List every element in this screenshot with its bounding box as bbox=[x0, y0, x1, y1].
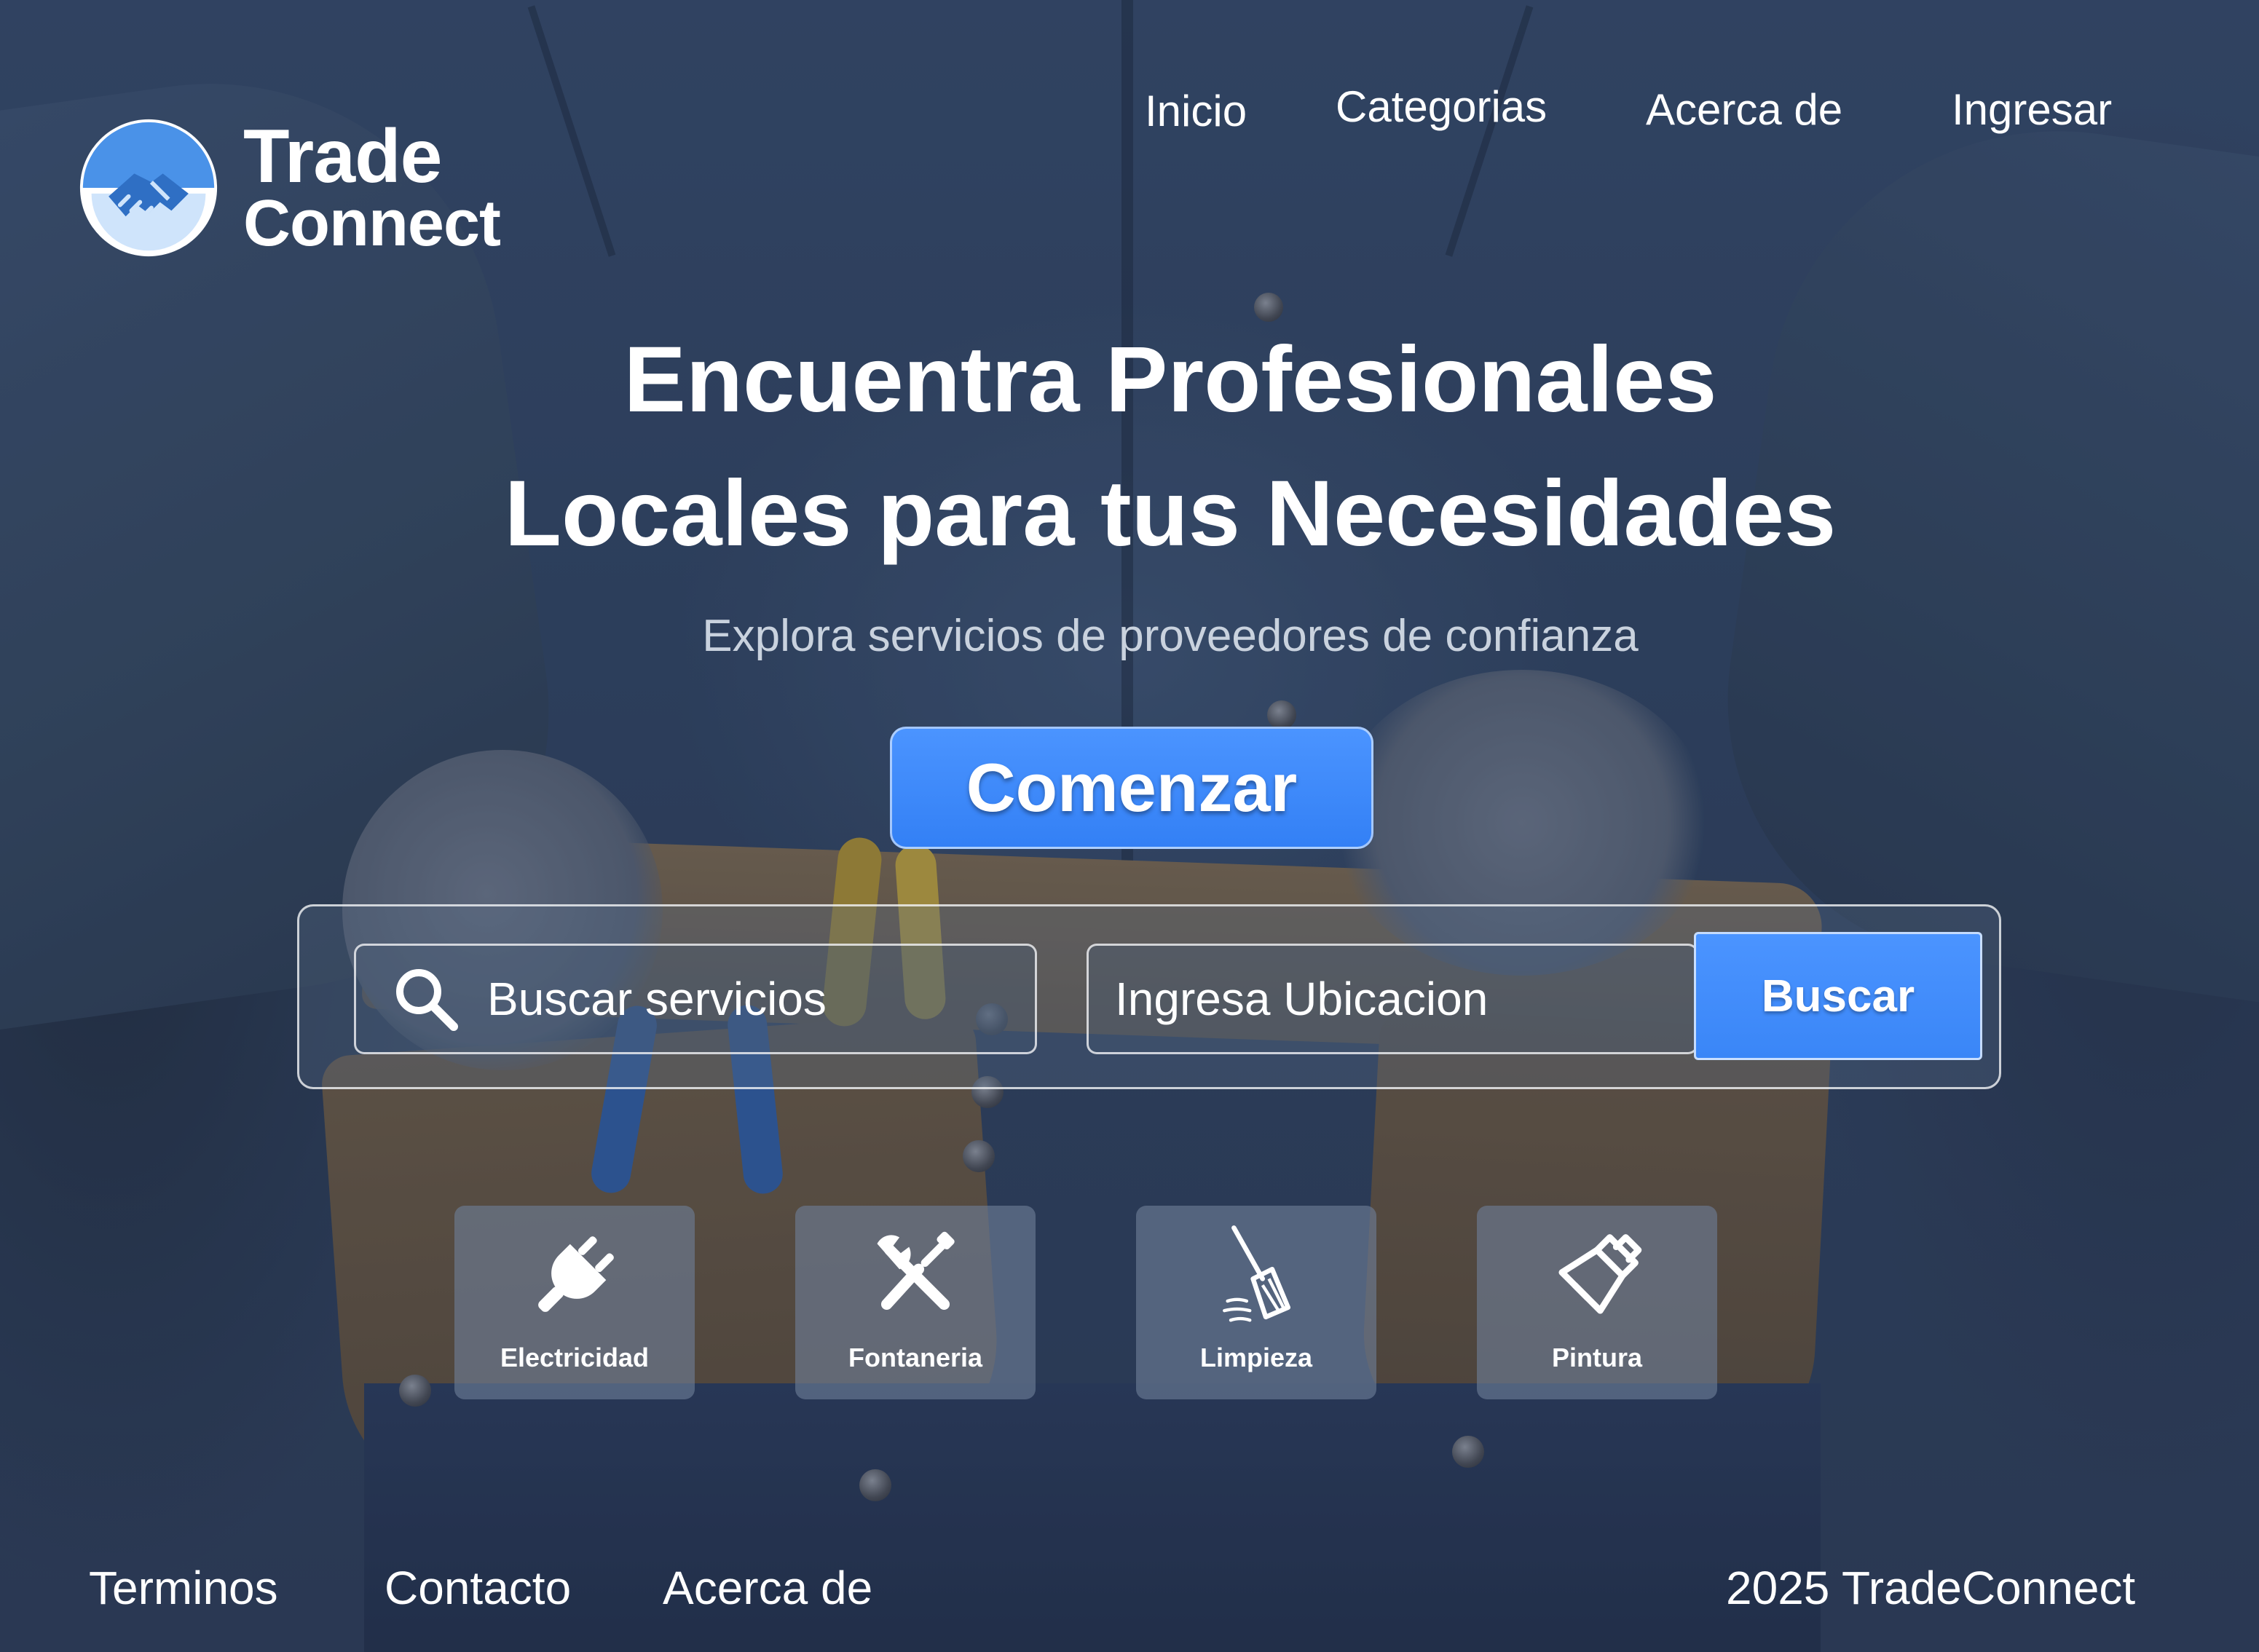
footer-link-contacto[interactable]: Contacto bbox=[385, 1561, 571, 1615]
hero-title-line1: Encuentra Profesionales bbox=[623, 328, 1717, 432]
location-placeholder: Ingresa Ubicacion bbox=[1115, 973, 1489, 1025]
hero-title: Encuentra Profesionales Locales para tus… bbox=[0, 313, 2259, 581]
service-search-placeholder: Buscar servicios bbox=[487, 973, 827, 1025]
category-label: Limpieza bbox=[1199, 1343, 1313, 1372]
hero-subtitle: Explora servicios de proveedores de conf… bbox=[702, 611, 1639, 661]
brand-name-line2: Connect bbox=[243, 186, 501, 260]
category-limpieza[interactable]: Limpieza bbox=[1136, 1206, 1376, 1399]
get-started-button[interactable]: Comenzar bbox=[890, 727, 1373, 849]
hero-title-line2: Locales para tus Necesidades bbox=[504, 462, 1837, 566]
category-label: Fontaneria bbox=[848, 1343, 983, 1372]
category-label: Electricidad bbox=[500, 1343, 650, 1372]
plug-icon bbox=[538, 1236, 614, 1312]
footer-link-terminos[interactable]: Terminos bbox=[89, 1561, 278, 1615]
wrench-screwdriver-icon bbox=[877, 1231, 955, 1311]
broom-icon bbox=[1223, 1225, 1291, 1322]
nav-item-acerca-de[interactable]: Acerca de bbox=[1646, 84, 1842, 135]
nav-item-categorias[interactable]: Categorias bbox=[1336, 82, 1547, 132]
service-search-input[interactable]: Buscar servicios bbox=[354, 944, 1037, 1054]
category-label: Pintura bbox=[1551, 1343, 1642, 1372]
category-fontaneria[interactable]: Fontaneria bbox=[795, 1206, 1036, 1399]
footer-copyright: 2025 TradeConnect bbox=[1726, 1562, 2136, 1614]
category-pintura[interactable]: Pintura bbox=[1477, 1206, 1717, 1399]
search-icon bbox=[396, 969, 458, 1031]
nav-item-inicio[interactable]: Inicio bbox=[1145, 86, 1247, 136]
nav-item-ingresar[interactable]: Ingresar bbox=[1952, 84, 2112, 135]
location-input[interactable]: Ingresa Ubicacion bbox=[1087, 944, 1698, 1054]
category-electricidad[interactable]: Electricidad bbox=[454, 1206, 695, 1399]
main-nav: Inicio Categorias Acerca de Ingresar bbox=[0, 82, 2259, 154]
footer-link-acerca-de[interactable]: Acerca de bbox=[663, 1561, 872, 1615]
paintbrush-icon bbox=[1558, 1234, 1642, 1314]
search-button[interactable]: Buscar bbox=[1694, 932, 1982, 1060]
